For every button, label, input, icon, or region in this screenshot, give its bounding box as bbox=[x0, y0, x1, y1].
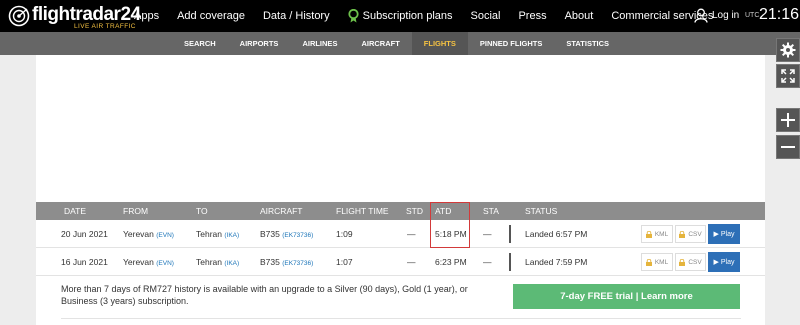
col-flight-time[interactable]: FLIGHT TIME bbox=[336, 202, 389, 220]
cell-flight-time: 1:07 bbox=[336, 257, 353, 267]
radar-logo-icon bbox=[8, 5, 30, 27]
lock-icon bbox=[645, 230, 652, 238]
cell-status: Landed 7:59 PM bbox=[525, 257, 588, 267]
cell-from: Yerevan (EVN) bbox=[123, 229, 174, 239]
zoom-in-icon bbox=[781, 113, 795, 127]
kml-button[interactable]: KML bbox=[641, 225, 673, 243]
cell-from: Yerevan (EVN) bbox=[123, 257, 174, 267]
cell-std: — bbox=[407, 257, 416, 267]
col-to[interactable]: TO bbox=[196, 202, 208, 220]
cell-aircraft: B735 (EK73736) bbox=[260, 229, 314, 239]
col-from[interactable]: FROM bbox=[123, 202, 148, 220]
tab-statistics[interactable]: STATISTICS bbox=[554, 32, 621, 55]
nav-about[interactable]: About bbox=[565, 10, 594, 22]
status-indicator bbox=[509, 225, 511, 243]
status-indicator bbox=[509, 253, 511, 271]
cell-date: 20 Jun 2021 bbox=[61, 229, 108, 239]
tab-flights[interactable]: FLIGHTS bbox=[411, 32, 468, 55]
table-header: DATE FROM TO AIRCRAFT FLIGHT TIME STD AT… bbox=[36, 202, 765, 220]
table-row[interactable]: 20 Jun 2021 Yerevan (EVN) Tehran (IKA) B… bbox=[36, 220, 765, 248]
col-date[interactable]: DATE bbox=[64, 202, 86, 220]
logo[interactable]: flightradar24 LIVE AIR TRAFFIC bbox=[8, 3, 141, 31]
cell-to: Tehran (IKA) bbox=[196, 257, 240, 267]
atd-highlight-box bbox=[430, 202, 470, 248]
logo-tagline: LIVE AIR TRAFFIC bbox=[74, 23, 136, 30]
sub-nav: SEARCH AIRPORTS AIRLINES AIRCRAFT FLIGHT… bbox=[0, 32, 800, 55]
nav-social[interactable]: Social bbox=[471, 10, 501, 22]
airport-code-link[interactable]: (IKA) bbox=[224, 232, 239, 239]
cell-to: Tehran (IKA) bbox=[196, 229, 240, 239]
history-upgrade-note: More than 7 days of RM727 history is ava… bbox=[61, 284, 468, 306]
cell-status: Landed 6:57 PM bbox=[525, 229, 588, 239]
clock: 21:16 bbox=[759, 6, 800, 23]
tab-search[interactable]: SEARCH bbox=[172, 32, 228, 55]
tab-airlines[interactable]: AIRLINES bbox=[290, 32, 349, 55]
gear-icon bbox=[780, 42, 796, 58]
nav-add-coverage[interactable]: Add coverage bbox=[177, 10, 245, 22]
col-std[interactable]: STD bbox=[406, 202, 423, 220]
fullscreen-button[interactable] bbox=[776, 64, 800, 88]
tab-aircraft[interactable]: AIRCRAFT bbox=[349, 32, 411, 55]
cell-sta: — bbox=[483, 229, 492, 239]
airport-code-link[interactable]: (EVN) bbox=[156, 232, 174, 239]
cell-date: 16 Jun 2021 bbox=[61, 257, 108, 267]
lock-icon bbox=[679, 258, 686, 266]
cell-aircraft: B735 (EK73736) bbox=[260, 257, 314, 267]
nav-subscription-plans-label: Subscription plans bbox=[362, 10, 453, 22]
lock-icon bbox=[645, 258, 652, 266]
col-status[interactable]: STATUS bbox=[525, 202, 557, 220]
col-sta[interactable]: STA bbox=[483, 202, 499, 220]
nav-subscription-plans[interactable]: Subscription plans bbox=[348, 9, 453, 23]
divider bbox=[61, 318, 741, 319]
play-button[interactable]: ▶ Play bbox=[708, 224, 740, 244]
login-label: Log in bbox=[712, 10, 740, 21]
nav-press[interactable]: Press bbox=[518, 10, 546, 22]
top-nav: Apps Add coverage Data / History Subscri… bbox=[134, 0, 731, 32]
table-row[interactable]: 16 Jun 2021 Yerevan (EVN) Tehran (IKA) B… bbox=[36, 248, 765, 276]
cell-flight-time: 1:09 bbox=[336, 229, 353, 239]
registration-link[interactable]: (EK73736) bbox=[282, 260, 313, 267]
timezone-label: UTC bbox=[745, 12, 760, 19]
tab-airports[interactable]: AIRPORTS bbox=[228, 32, 291, 55]
user-icon bbox=[694, 8, 708, 23]
lock-icon bbox=[679, 230, 686, 238]
zoom-in-button[interactable] bbox=[776, 108, 800, 132]
nav-data-history[interactable]: Data / History bbox=[263, 10, 330, 22]
airport-code-link[interactable]: (EVN) bbox=[156, 260, 174, 267]
nav-apps[interactable]: Apps bbox=[134, 10, 159, 22]
registration-link[interactable]: (EK73736) bbox=[282, 232, 313, 239]
cell-sta: — bbox=[483, 257, 492, 267]
login-button[interactable]: Log in bbox=[694, 8, 739, 23]
zoom-out-icon bbox=[781, 146, 795, 148]
csv-button[interactable]: CSV bbox=[675, 225, 706, 243]
col-aircraft[interactable]: AIRCRAFT bbox=[260, 202, 303, 220]
play-button[interactable]: ▶ Play bbox=[708, 252, 740, 272]
fullscreen-icon bbox=[781, 69, 795, 83]
free-trial-button[interactable]: 7-day FREE trial | Learn more bbox=[513, 284, 740, 309]
tab-pinned-flights[interactable]: PINNED FLIGHTS bbox=[468, 32, 555, 55]
top-bar: flightradar24 LIVE AIR TRAFFIC Apps Add … bbox=[0, 0, 800, 32]
subscription-badge-icon bbox=[348, 9, 359, 23]
kml-button[interactable]: KML bbox=[641, 253, 673, 271]
settings-button[interactable] bbox=[776, 38, 800, 62]
zoom-out-button[interactable] bbox=[776, 135, 800, 159]
cell-atd: 6:23 PM bbox=[435, 257, 467, 267]
csv-button[interactable]: CSV bbox=[675, 253, 706, 271]
airport-code-link[interactable]: (IKA) bbox=[224, 260, 239, 267]
cell-std: — bbox=[407, 229, 416, 239]
